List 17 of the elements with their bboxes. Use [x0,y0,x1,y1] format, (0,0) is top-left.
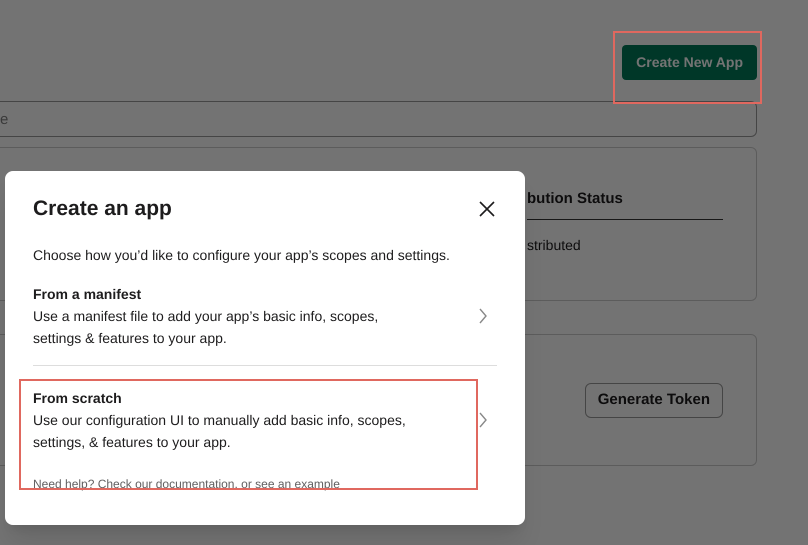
dialog-description: Choose how you’d like to configure your app’s scopes and settings. [33,246,451,265]
option-description: Use a manifest file to add your app’s basic info, scopes, settings & features to your app. [33,306,380,348]
table-cell-text: stributed [527,236,582,254]
help-link[interactable]: documentation [156,476,234,490]
close-icon[interactable] [479,200,495,217]
help-link[interactable]: see an example [255,476,340,490]
generate-token-button[interactable]: Generate Token [584,382,723,418]
option-description: Use our configuration UI to manually add basic info, scopes, settings, & features to your app. [33,410,407,452]
dialog-title: Create an app [33,196,172,222]
column-heading: bution Status [527,188,723,220]
option-item[interactable]: From scratch Use our configuration UI to manually add basic info, scopes, settings, & features to your app. [33,364,497,460]
option-title: From a manifest [33,284,142,304]
option-item[interactable]: From a manifest Use a manifest file to add your app’s basic info, scopes, settings & features to your app. [33,276,497,356]
search-field[interactable]: e [0,101,757,137]
option-title: From scratch [33,388,123,408]
chevron-icon [479,308,487,324]
chevron-icon [479,412,487,428]
